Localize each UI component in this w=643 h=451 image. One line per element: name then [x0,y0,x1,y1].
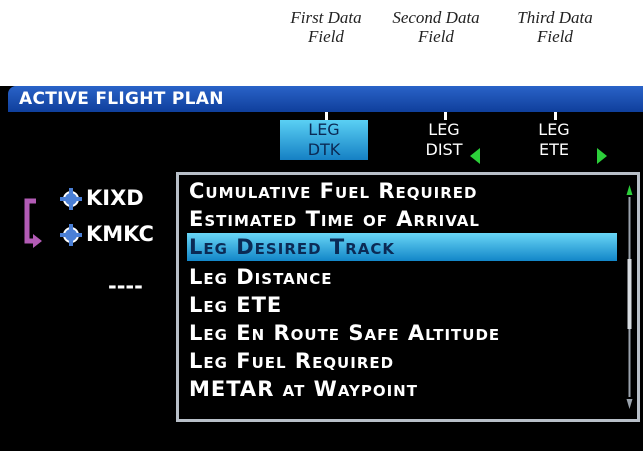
column-header-third-data-field[interactable]: LEG ETE [510,120,598,160]
flight-plan-empty-slot[interactable]: ---- [108,274,143,298]
column-header-line: LEG [308,120,340,139]
list-item[interactable]: METAR at Waypoint [187,375,617,403]
data-field-selection-list[interactable]: Cumulative Fuel Required Estimated Time … [176,172,640,422]
window-title: ACTIVE FLIGHT PLAN [19,89,224,109]
arrow-left-icon[interactable] [470,148,480,164]
list-item-selected[interactable]: Leg Desired Track [187,233,617,261]
third-data-field-callout: Third Data Field [507,8,603,46]
column-header-line: LEG [428,120,460,139]
callout-line: Field [418,27,454,46]
list-item[interactable]: Leg ETE [187,291,617,319]
waypoint-ident: KMKC [86,222,154,246]
column-header-line: ETE [539,140,569,159]
window-titlebar: ACTIVE FLIGHT PLAN [8,86,643,112]
list-item[interactable]: Leg Fuel Required [187,347,617,375]
callout-line: Field [537,27,573,46]
list-item[interactable]: Leg Distance [187,263,617,291]
waypoint-ident: KIXD [86,186,144,210]
list-item[interactable]: Cumulative Fuel Required [187,177,617,205]
callout-line: First Data [290,8,362,27]
second-data-field-callout: Second Data Field [388,8,484,46]
first-data-field-callout: First Data Field [278,8,374,46]
list-item[interactable]: Estimated Time of Arrival [187,205,617,233]
callout-line: Third Data [517,8,593,27]
display-screen: ACTIVE FLIGHT PLAN LEG DTK LEG DIST LEG … [0,74,643,451]
arrow-right-icon[interactable] [597,148,607,164]
empty-slot-dashes: ---- [108,274,143,298]
column-header-line: LEG [538,120,570,139]
airport-waypoint-icon [60,224,82,246]
flight-plan-waypoint[interactable]: KMKC [86,222,154,246]
airport-waypoint-icon [60,188,82,210]
list-item[interactable]: Leg En Route Safe Altitude [187,319,617,347]
scrollbar[interactable] [626,183,633,411]
active-leg-arrow-icon [24,198,42,248]
callout-line: Second Data [392,8,480,27]
callout-line: Field [308,27,344,46]
flight-plan-waypoint[interactable]: KIXD [86,186,144,210]
column-header-line: DTK [307,140,341,159]
column-header-first-data-field[interactable]: LEG DTK [280,120,368,160]
